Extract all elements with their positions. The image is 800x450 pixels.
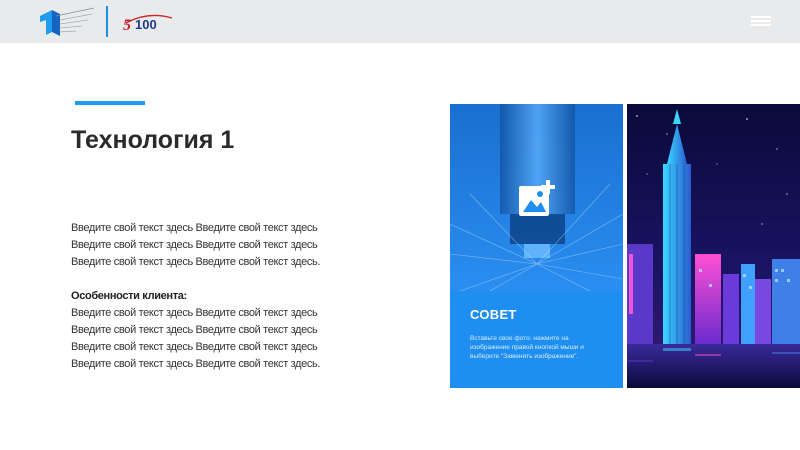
logo-divider [106, 6, 108, 37]
features-line: Введите свой текст здесь Введите свой те… [71, 324, 318, 336]
body-line: Введите свой текст здесь Введите свой те… [71, 239, 318, 251]
top-bar: 5 100 [0, 0, 800, 43]
body-text-block: Введите свой текст здесь Введите свой те… [71, 220, 391, 373]
logo-100-digits: 100 [135, 17, 157, 32]
tip-text: Вставьте свое фото: нажмите на изображен… [470, 335, 584, 360]
features-line: Введите свой текст здесь Введите свой те… [71, 358, 321, 370]
title-accent-line [75, 101, 145, 105]
insert-photo-icon[interactable] [518, 180, 558, 220]
city-night-photo[interactable] [627, 104, 800, 388]
body-line: Введите свой текст здесь Введите свой те… [71, 222, 318, 234]
features-heading: Особенности клиента: [71, 290, 187, 302]
slide-title: Технология 1 [71, 126, 235, 154]
features-line: Введите свой текст здесь Введите свой те… [71, 307, 318, 319]
tip-title: СОВЕТ [470, 307, 517, 322]
hamburger-menu-icon[interactable] [751, 16, 771, 26]
logo-5-digit: 5 [123, 17, 131, 33]
tip-box: СОВЕТ Вставьте свое фото: нажмите на изо… [450, 291, 623, 388]
features-line: Введите свой текст здесь Введите свой те… [71, 341, 318, 353]
body-line: Введите свой текст здесь Введите свой те… [71, 256, 321, 268]
university-logo-icon [40, 7, 95, 36]
logo-5100: 5 100 [123, 14, 173, 33]
